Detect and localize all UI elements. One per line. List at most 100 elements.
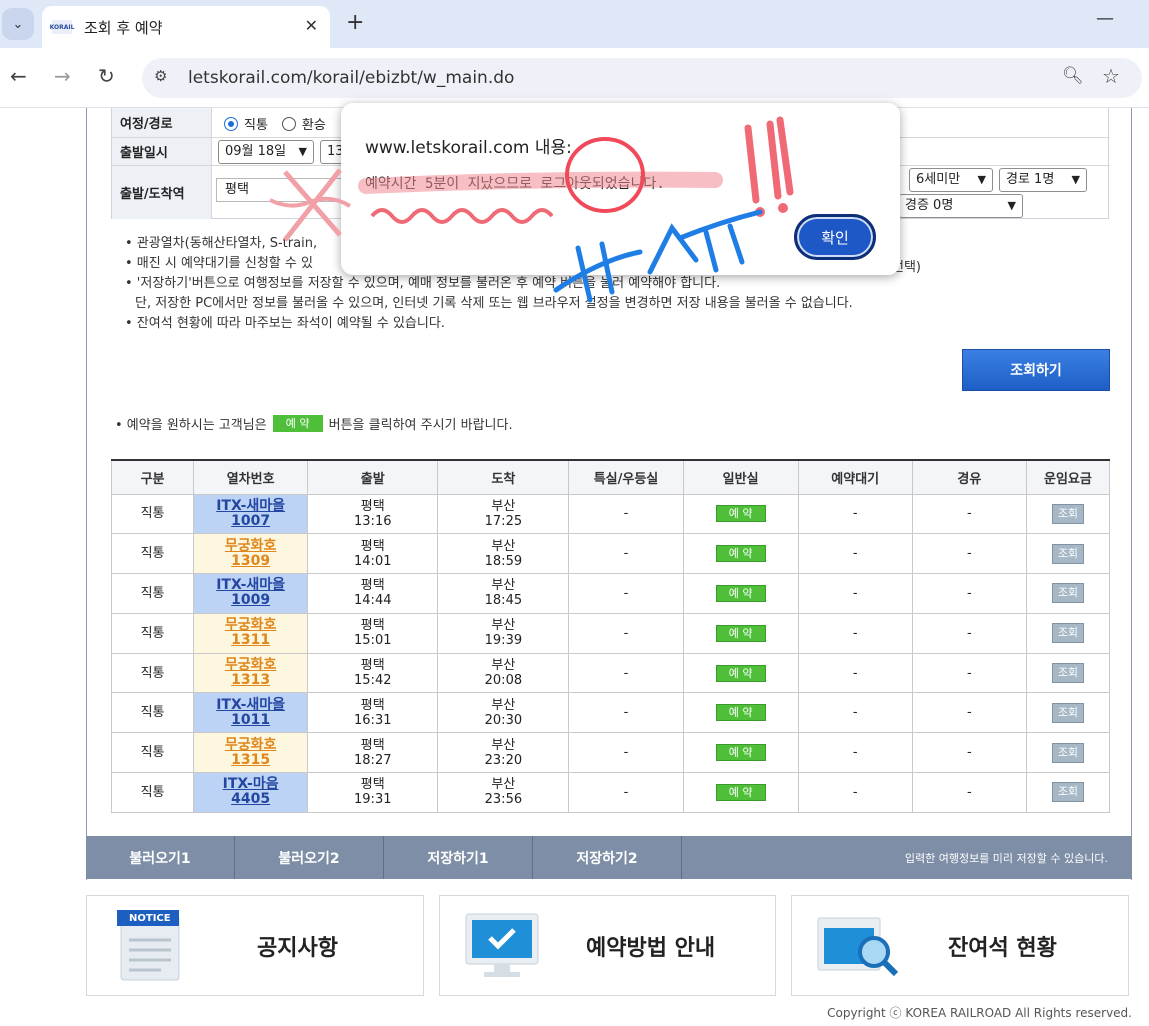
notice-card[interactable]: NOTICE 공지사항 <box>86 895 424 996</box>
arrival-time: 20:30 <box>484 712 523 728</box>
fare-lookup-button[interactable]: 조회 <box>1051 543 1084 564</box>
departure-cell: 평택 18:27 <box>307 732 439 774</box>
train-number-link[interactable]: 1313 <box>194 673 307 688</box>
save1-button[interactable]: 저장하기1 <box>384 836 533 879</box>
chevron-down-icon: ▼ <box>298 145 307 158</box>
train-number-link[interactable]: 1309 <box>194 553 307 569</box>
fare-lookup-button[interactable]: 조회 <box>1051 782 1084 803</box>
address-bar[interactable]: ⚙ letskorail.com/korail/ebizbt/w_main.do… <box>142 58 1142 98</box>
date-select[interactable]: 09월 18일 ▼ <box>218 140 314 164</box>
train-name-link[interactable]: ITX-새마을 <box>194 578 307 593</box>
economy-cell: 예 약 <box>682 573 799 614</box>
train-name-link[interactable]: ITX-새마을 <box>194 697 307 713</box>
back-arrow-icon[interactable]: ← <box>10 64 27 88</box>
economy-cell: 예 약 <box>682 493 799 535</box>
tab-search-button[interactable]: ⌄ <box>2 8 34 40</box>
zoom-icon[interactable]: 🔍︎ <box>1062 66 1084 86</box>
dialog-ok-button[interactable]: 확인 <box>794 214 876 260</box>
train-name-link[interactable]: ITX-마음 <box>194 777 307 792</box>
station-label: 출발/도착역 <box>112 166 212 219</box>
senior-count-value: 경로 1명 <box>1006 172 1055 187</box>
departure-time: 13:16 <box>354 513 392 529</box>
train-name-link[interactable]: 무궁화호 <box>194 538 307 554</box>
row-type: 직통 <box>110 533 195 575</box>
senior-count-select[interactable]: 경로 1명 ▼ <box>999 168 1087 192</box>
site-settings-icon[interactable]: ⚙ <box>154 67 167 85</box>
fare-lookup-button[interactable]: 조회 <box>1051 742 1084 763</box>
bookmark-star-icon[interactable]: ☆ <box>1102 64 1120 88</box>
train-name-link[interactable]: ITX-새마을 <box>194 498 307 514</box>
seats-card[interactable]: 잔여석 현황 <box>791 895 1129 996</box>
via-cell: - <box>911 612 1027 654</box>
table-row: 직통 무궁화호 1309 평택 14:01 부산 18:59 - 예 약 - -… <box>110 533 1111 575</box>
fare-lookup-button[interactable]: 조회 <box>1051 623 1084 644</box>
forward-arrow-icon[interactable]: → <box>54 64 71 88</box>
train-number-link[interactable]: 1007 <box>194 513 307 529</box>
train-number-link[interactable]: 4405 <box>194 792 307 807</box>
reserve-button[interactable]: 예 약 <box>715 584 766 602</box>
train-number-link[interactable]: 1009 <box>194 593 307 608</box>
train-number-link[interactable]: 1011 <box>194 712 307 728</box>
train-number-cell: ITX-새마을 1007 <box>193 493 309 535</box>
departure-cell: 평택 13:16 <box>307 493 439 535</box>
reload-icon[interactable]: ↻ <box>98 64 115 88</box>
train-number-cell: 무궁화호 1315 <box>193 732 309 774</box>
train-number-link[interactable]: 1315 <box>194 752 307 768</box>
train-name-link[interactable]: 무궁화호 <box>194 658 307 673</box>
load2-button[interactable]: 불러오기2 <box>235 836 384 879</box>
url-text[interactable]: letskorail.com/korail/ebizbt/w_main.do <box>188 68 514 88</box>
fare-cell: 조회 <box>1025 533 1111 575</box>
child-count-value: 6세미만 <box>916 172 961 187</box>
route-transfer-radio[interactable] <box>281 116 296 131</box>
close-icon[interactable]: ✕ <box>305 16 318 35</box>
date-label: 출발일시 <box>112 138 212 165</box>
departure-time: 16:31 <box>354 712 392 728</box>
search-button[interactable]: 조회하기 <box>962 349 1110 391</box>
train-name-link[interactable]: 무궁화호 <box>194 737 307 753</box>
chevron-down-icon: ▼ <box>1071 173 1080 186</box>
browser-tab[interactable]: KORAIL 조회 후 예약 ✕ <box>42 6 330 48</box>
train-name-link[interactable]: 무궁화호 <box>194 618 307 633</box>
arrival-time: 17:25 <box>484 513 523 529</box>
economy-cell: 예 약 <box>682 692 799 734</box>
fare-lookup-button[interactable]: 조회 <box>1051 702 1084 723</box>
row-type: 직통 <box>110 493 195 535</box>
disabled-count-value: 경증 0명 <box>905 198 954 213</box>
minimize-window-icon[interactable]: — <box>1096 8 1114 29</box>
header-fare: 운임요금 <box>1025 459 1111 495</box>
departure-time: 15:01 <box>354 633 392 649</box>
arrival-time: 19:39 <box>484 633 523 649</box>
route-direct-radio[interactable] <box>224 116 238 131</box>
departure-station-input[interactable]: 평택 <box>216 178 346 202</box>
economy-cell: 예 약 <box>682 612 799 654</box>
new-tab-plus-icon[interactable]: + <box>346 10 364 35</box>
arrival-time: 18:59 <box>484 553 523 569</box>
save2-button[interactable]: 저장하기2 <box>533 836 682 879</box>
alert-dialog: www.letskorail.com 내용: 예약시간 5분이 지났으므로 로그… <box>341 103 900 275</box>
reserve-button[interactable]: 예 약 <box>715 664 766 682</box>
arrival-station: 부산 <box>491 498 516 514</box>
fare-lookup-button[interactable]: 조회 <box>1051 503 1084 524</box>
train-table: 구분 열차번호 출발 도착 특실/우등실 일반실 예약대기 경유 운임요금 직통… <box>110 459 1111 813</box>
reserve-button[interactable]: 예 약 <box>715 545 766 563</box>
fare-cell: 조회 <box>1025 732 1111 774</box>
guide-card[interactable]: 예약방법 안내 <box>439 895 776 996</box>
departure-station: 평택 <box>360 618 385 634</box>
chevron-down-icon: ▼ <box>977 173 986 186</box>
train-number-link[interactable]: 1311 <box>194 633 307 648</box>
fare-lookup-button[interactable]: 조회 <box>1051 583 1084 604</box>
arrival-cell: 부산 18:45 <box>437 573 570 614</box>
notice-card-title: 공지사항 <box>257 936 338 961</box>
reserve-button[interactable]: 예 약 <box>715 783 766 801</box>
header-first-class: 특실/우등실 <box>568 459 684 495</box>
reserve-button[interactable]: 예 약 <box>715 744 766 762</box>
train-number-cell: ITX-마음 4405 <box>193 772 309 813</box>
fare-lookup-button[interactable]: 조회 <box>1051 663 1084 684</box>
reserve-button[interactable]: 예 약 <box>715 704 766 722</box>
reserve-button[interactable]: 예 약 <box>715 505 766 523</box>
load1-button[interactable]: 불러오기1 <box>86 836 235 879</box>
child-count-select[interactable]: 6세미만 ▼ <box>909 168 993 192</box>
via-cell: - <box>911 692 1027 734</box>
disabled-count-select[interactable]: 경증 0명 ▼ <box>899 194 1023 218</box>
reserve-button[interactable]: 예 약 <box>715 624 766 642</box>
